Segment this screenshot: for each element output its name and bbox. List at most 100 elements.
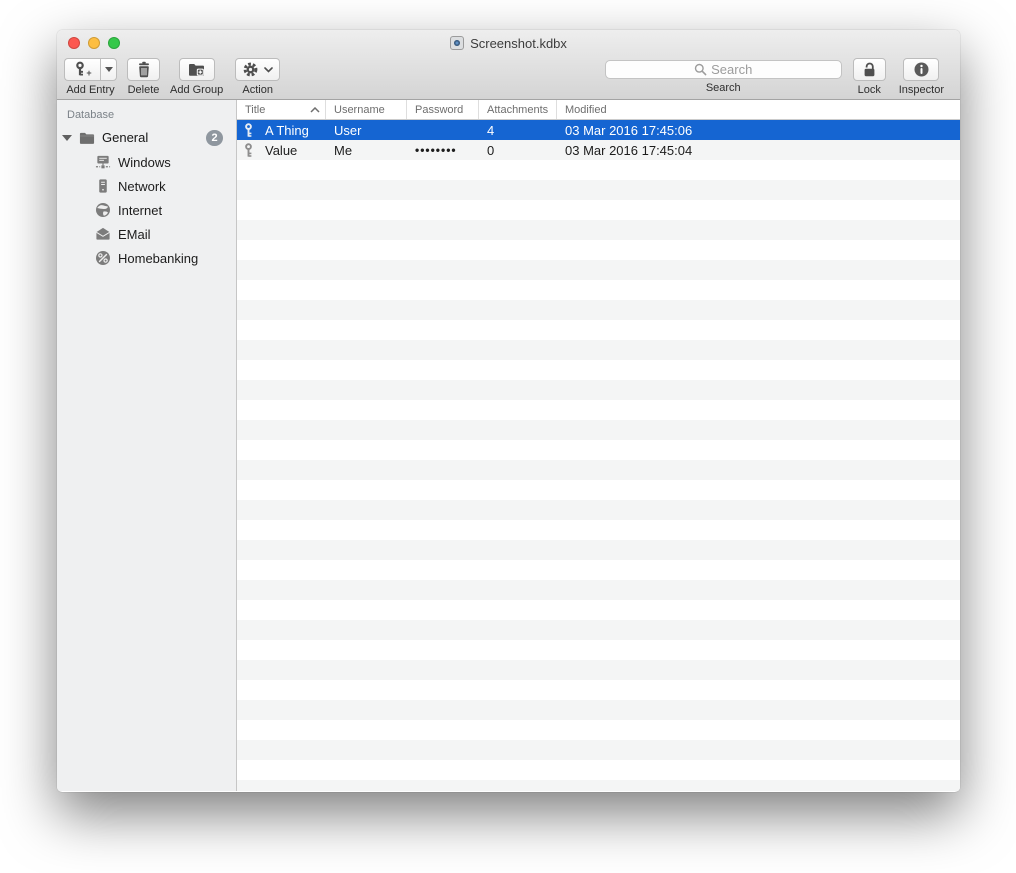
app-window: Screenshot.kdbx + Add Entry Delete Add G…: [57, 30, 960, 792]
sidebar-item-label: Homebanking: [118, 250, 199, 266]
window-title: Screenshot.kdbx: [470, 35, 567, 51]
search-input[interactable]: Search: [604, 60, 842, 79]
entry-attachments: 4: [487, 122, 495, 138]
info-icon: [913, 61, 930, 78]
sidebar-group-label: General: [102, 130, 149, 145]
toolbar-item-search: Search Search: [604, 58, 842, 94]
inspector-button[interactable]: [903, 58, 940, 81]
toolbar-item-add-entry: + Add Entry: [64, 58, 117, 96]
action-label: Action: [242, 84, 273, 96]
entry-title: A Thing: [265, 122, 309, 138]
empty-row: [237, 620, 960, 640]
empty-row: [237, 420, 960, 440]
empty-row: [237, 640, 960, 660]
sidebar-item-label: Internet: [118, 202, 163, 218]
delete-label: Delete: [127, 84, 160, 96]
plus-badge: +: [86, 67, 92, 78]
empty-row: [237, 560, 960, 580]
table-row[interactable]: A Thing User 4 03 Mar 2016 17:45:06: [237, 120, 960, 140]
internet-icon: [95, 202, 111, 218]
empty-row: [237, 240, 960, 260]
lock-label: Lock: [857, 84, 881, 96]
add-entry-dropdown[interactable]: [100, 58, 117, 81]
sidebar-item-network[interactable]: Network: [57, 174, 236, 198]
zoom-button[interactable]: [108, 37, 120, 49]
sidebar-section-header: Database: [67, 109, 115, 121]
empty-row: [237, 580, 960, 600]
empty-row: [237, 360, 960, 380]
toolbar-item-lock: Lock: [852, 58, 886, 96]
empty-row: [237, 660, 960, 680]
lock-button[interactable]: [852, 58, 886, 81]
column-header-attachments[interactable]: Attachments: [479, 100, 557, 119]
empty-row: [237, 600, 960, 620]
key-icon: [243, 142, 254, 158]
empty-row: [237, 380, 960, 400]
action-button[interactable]: [235, 58, 281, 81]
empty-row: [237, 260, 960, 280]
sidebar-item-general[interactable]: General 2: [57, 125, 236, 150]
empty-row: [237, 280, 960, 300]
column-header-password[interactable]: Password: [407, 100, 479, 119]
folder-icon: [79, 130, 95, 146]
empty-row: [237, 460, 960, 480]
minimize-button[interactable]: [88, 37, 100, 49]
empty-row: [237, 760, 960, 780]
sidebar-item-label: EMail: [118, 226, 151, 242]
sidebar-item-homebanking[interactable]: Homebanking: [57, 246, 236, 270]
sort-ascending-icon: [310, 106, 320, 113]
window-chrome: Screenshot.kdbx + Add Entry Delete Add G…: [57, 30, 960, 100]
empty-row: [237, 780, 960, 791]
email-icon: [95, 226, 111, 242]
empty-row: [237, 440, 960, 460]
add-group-label: Add Group: [170, 84, 224, 96]
sidebar-item-internet[interactable]: Internet: [57, 198, 236, 222]
inspector-label: Inspector: [898, 84, 944, 96]
search-placeholder: Search: [711, 62, 753, 77]
empty-row: [237, 400, 960, 420]
key-icon: [243, 122, 254, 138]
entry-username: User: [334, 122, 362, 138]
sidebar-item-email[interactable]: EMail: [57, 222, 236, 246]
entry-modified: 03 Mar 2016 17:45:06: [565, 122, 693, 138]
add-group-button[interactable]: [178, 58, 215, 81]
titlebar[interactable]: Screenshot.kdbx: [57, 30, 960, 56]
sidebar-item-label: Network: [118, 178, 166, 194]
document-proxy-icon[interactable]: [450, 36, 465, 50]
homebanking-icon: [95, 250, 111, 266]
chevron-down-icon: [264, 66, 274, 73]
entry-title: Value: [265, 142, 298, 158]
empty-row: [237, 700, 960, 720]
empty-row: [237, 300, 960, 320]
entry-table: Title Username Password Attachments Modi…: [237, 100, 960, 791]
gear-icon: [242, 61, 259, 78]
empty-row: [237, 180, 960, 200]
table-header: Title Username Password Attachments Modi…: [237, 100, 960, 120]
search-label: Search: [705, 82, 741, 94]
entry-attachments: 0: [487, 142, 495, 158]
delete-button[interactable]: [127, 58, 160, 81]
empty-row: [237, 340, 960, 360]
empty-row: [237, 520, 960, 540]
disclosure-triangle-icon[interactable]: [62, 134, 72, 141]
table-row[interactable]: Value Me •••••••• 0 03 Mar 2016 17:45:04: [237, 140, 960, 160]
entry-username: Me: [334, 142, 353, 158]
toolbar-item-delete: Delete: [127, 58, 160, 96]
traffic-lights: [68, 37, 120, 49]
add-entry-label: Add Entry: [66, 84, 115, 96]
table-body: A Thing User 4 03 Mar 2016 17:45:06 Valu…: [237, 120, 960, 791]
windows-icon: [95, 154, 111, 170]
empty-row: [237, 680, 960, 700]
close-button[interactable]: [68, 37, 80, 49]
trash-icon: [136, 61, 152, 78]
column-header-title[interactable]: Title: [237, 100, 326, 119]
empty-row: [237, 320, 960, 340]
toolbar-item-add-group: Add Group: [170, 58, 223, 96]
empty-row: [237, 200, 960, 220]
unlock-icon: [861, 61, 878, 78]
add-entry-button[interactable]: +: [64, 58, 100, 81]
column-header-modified[interactable]: Modified: [557, 100, 960, 119]
sidebar-item-windows[interactable]: Windows: [57, 150, 236, 174]
empty-row: [237, 540, 960, 560]
column-header-username[interactable]: Username: [326, 100, 407, 119]
